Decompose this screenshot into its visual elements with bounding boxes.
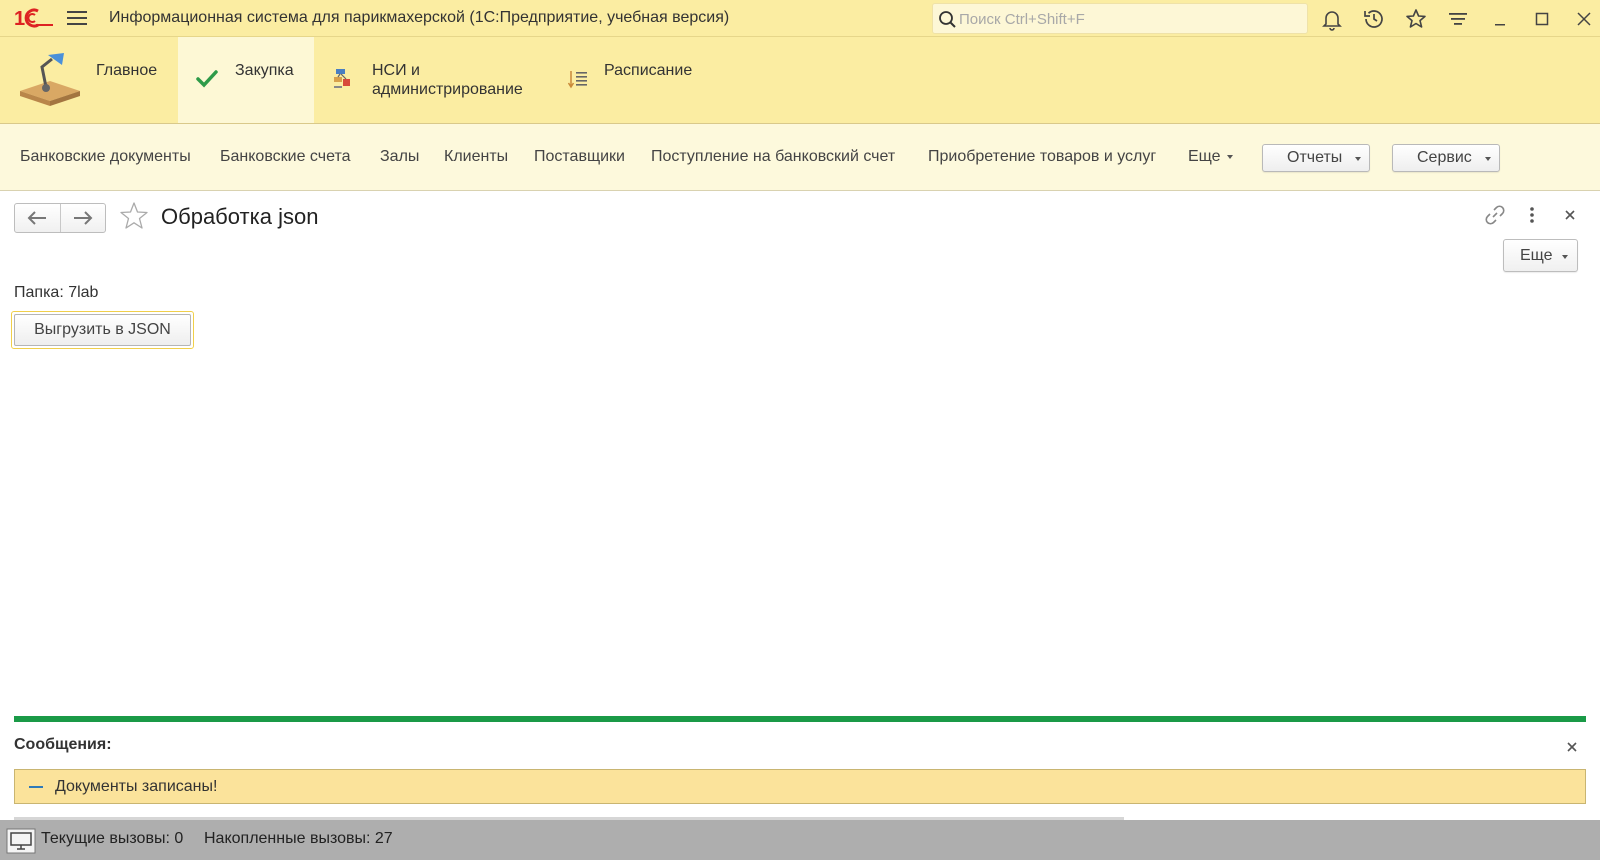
minimize-icon[interactable] [1488, 7, 1512, 31]
form-more-button[interactable]: Еще [1503, 239, 1578, 272]
checkmark-icon [196, 70, 218, 88]
star-icon[interactable] [1404, 7, 1428, 31]
message-text: Документы записаны! [55, 778, 218, 795]
section-nsi-admin[interactable]: НСИ и администрирование [316, 37, 548, 123]
section-label: Закупка [235, 62, 294, 79]
message-row[interactable]: Документы записаны! [14, 769, 1586, 804]
nav-link-suppliers[interactable]: Поставщики [534, 148, 625, 166]
form-title: Обработка json [161, 204, 319, 229]
link-icon[interactable] [1483, 203, 1507, 227]
favorite-star-icon[interactable] [118, 200, 150, 232]
nav-link-bank-receipt[interactable]: Поступление на банковский счет [651, 148, 895, 166]
accumulated-calls: Накопленные вызовы: 27 [204, 830, 393, 847]
nav-link-clients[interactable]: Клиенты [444, 148, 508, 166]
message-marker-icon [29, 786, 43, 788]
search-input[interactable] [959, 8, 1299, 30]
service-label: Сервис [1417, 149, 1472, 166]
section-label-line1: НСИ и [372, 62, 420, 79]
section-schedule[interactable]: Расписание [552, 37, 712, 123]
search-icon [939, 11, 956, 28]
history-icon[interactable] [1362, 7, 1386, 31]
maximize-icon[interactable] [1530, 7, 1554, 31]
export-button-focus-frame: Выгрузить в JSON [11, 311, 194, 349]
section-label: Главное [96, 62, 158, 79]
menu-lines-icon[interactable] [1446, 7, 1470, 31]
form-more-label: Еще [1520, 247, 1553, 264]
close-form-icon[interactable] [1558, 203, 1582, 227]
chevron-down-icon [1562, 255, 1568, 259]
reports-label: Отчеты [1287, 149, 1343, 166]
status-bar: Текущие вызовы: 0 Накопленные вызовы: 27 [0, 820, 1600, 860]
section-label: Расписание [604, 62, 693, 79]
form-area: Обработка json Еще Папка: 7lab Выгрузить… [0, 191, 1600, 711]
monitor-icon[interactable] [6, 828, 36, 854]
back-arrow-icon[interactable] [15, 204, 60, 232]
desk-lamp-icon [20, 53, 80, 106]
close-window-icon[interactable] [1572, 7, 1596, 31]
chevron-down-icon [1355, 157, 1361, 161]
nav-more-dropdown[interactable]: Еще [1188, 148, 1233, 166]
chevron-down-icon [1485, 157, 1491, 161]
section-label-line2: администрирование [372, 81, 523, 98]
nav-link-bank-accounts[interactable]: Банковские счета [220, 148, 350, 166]
folder-label: Папка: 7lab [14, 284, 99, 301]
close-messages-icon[interactable] [1561, 736, 1583, 758]
messages-divider [14, 716, 1586, 722]
current-calls: Текущие вызовы: 0 [41, 830, 184, 847]
forward-arrow-icon[interactable] [61, 204, 106, 232]
reports-button[interactable]: Отчеты [1262, 144, 1370, 172]
app-title: Информационная система для парикмахерско… [109, 9, 730, 26]
svg-text:1: 1 [14, 8, 25, 30]
sections-panel: Главное Закупка НСИ и администрирование … [0, 37, 1600, 124]
bell-icon[interactable] [1320, 7, 1344, 31]
more-vertical-icon[interactable] [1520, 203, 1544, 227]
nav-link-bank-documents[interactable]: Банковские документы [20, 148, 191, 166]
service-button[interactable]: Сервис [1392, 144, 1500, 172]
nav-link-purchase-goods[interactable]: Приобретение товаров и услуг [928, 148, 1156, 166]
section-main[interactable]: Главное [0, 37, 176, 123]
history-nav-buttons [14, 203, 106, 233]
messages-title: Сообщения: [14, 736, 112, 753]
section-purchase[interactable]: Закупка [178, 37, 314, 123]
global-search[interactable] [932, 3, 1308, 34]
admin-icon [334, 69, 350, 88]
nav-more-label: Еще [1188, 148, 1221, 165]
title-bar: 1 Информационная система для парикмахерс… [0, 0, 1600, 37]
nav-link-halls[interactable]: Залы [380, 148, 419, 166]
hamburger-menu-icon[interactable] [66, 8, 88, 28]
1c-logo-icon[interactable]: 1 [14, 6, 54, 30]
chevron-down-icon [1226, 154, 1233, 159]
export-json-button[interactable]: Выгрузить в JSON [14, 314, 191, 346]
list-sort-icon [567, 71, 587, 89]
